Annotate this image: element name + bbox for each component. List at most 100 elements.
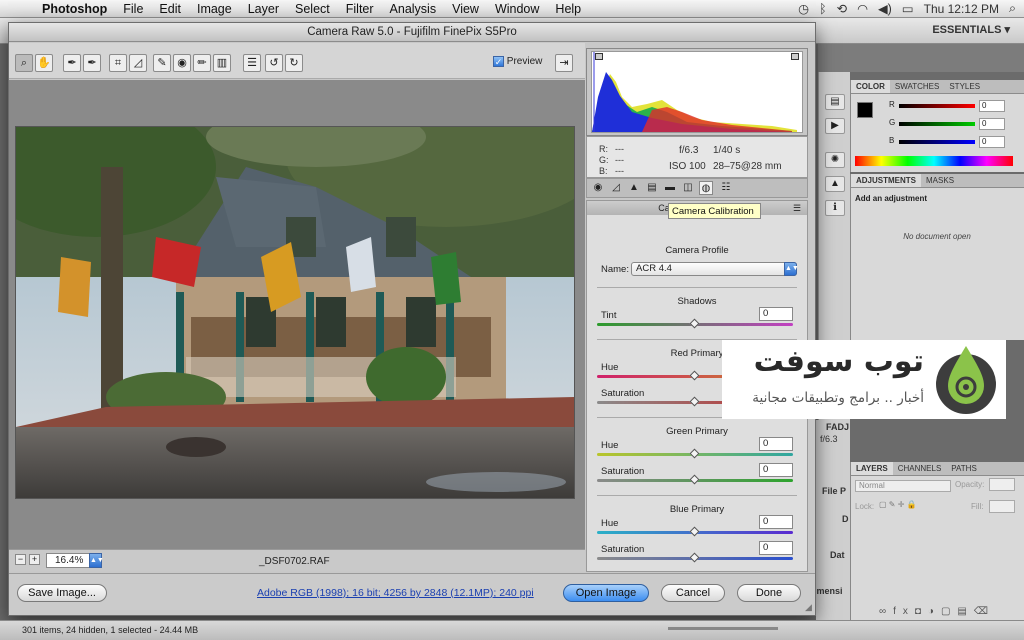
zoom-dropdown-icon[interactable]: ▲▼ bbox=[89, 553, 104, 568]
presets-tab-icon[interactable]: ☷ bbox=[719, 181, 733, 195]
menu-image[interactable]: Image bbox=[189, 2, 240, 16]
shadow-clipping-toggle[interactable] bbox=[595, 53, 603, 60]
menu-edit[interactable]: Edit bbox=[151, 2, 189, 16]
green-hue-thumb[interactable] bbox=[689, 448, 700, 459]
open-image-button[interactable]: Open Image bbox=[563, 584, 649, 602]
r-slider[interactable] bbox=[899, 104, 975, 108]
red-hue-label: Hue bbox=[601, 362, 619, 373]
bluetooth-icon[interactable]: ᛒ bbox=[819, 2, 827, 16]
battery-icon[interactable]: ▭ bbox=[902, 1, 914, 16]
menu-window[interactable]: Window bbox=[487, 2, 547, 16]
red-eye-tool-icon[interactable]: ◉ bbox=[173, 54, 191, 72]
cancel-button[interactable]: Cancel bbox=[661, 584, 725, 602]
blend-mode-select[interactable]: Normal bbox=[855, 480, 951, 492]
volume-icon[interactable]: ◀) bbox=[878, 1, 892, 16]
camera-calibration-tab-icon[interactable]: ◍ bbox=[699, 181, 713, 195]
tab-swatches[interactable]: SWATCHES bbox=[890, 80, 944, 93]
sync-icon[interactable]: ⟲ bbox=[837, 1, 847, 16]
lens-corrections-tab-icon[interactable]: ◫ bbox=[681, 181, 695, 195]
time-machine-icon[interactable]: ◷ bbox=[798, 1, 809, 16]
menubar-clock[interactable]: Thu 12:12 PM bbox=[924, 2, 999, 16]
wifi-icon[interactable]: ◠ bbox=[857, 1, 868, 16]
g-slider[interactable] bbox=[899, 122, 975, 126]
b-slider[interactable] bbox=[899, 140, 975, 144]
menu-filter[interactable]: Filter bbox=[338, 2, 382, 16]
zoom-in-button[interactable]: + bbox=[29, 554, 40, 565]
green-saturation-thumb[interactable] bbox=[689, 474, 700, 485]
color-sampler-tool-icon[interactable]: ✒ bbox=[83, 54, 101, 72]
hidden-info-strip: FADJ f/6.3 File P D Dat imensi bbox=[814, 420, 850, 620]
basic-tab-icon[interactable]: ◉ bbox=[591, 181, 605, 195]
blue-saturation-thumb[interactable] bbox=[689, 552, 700, 563]
history-icon[interactable]: ▤ bbox=[825, 94, 845, 110]
tone-curve-tab-icon[interactable]: ◿ bbox=[609, 181, 623, 195]
color-ramp[interactable] bbox=[855, 156, 1013, 166]
tab-channels[interactable]: CHANNELS bbox=[893, 462, 947, 475]
tab-adjustments[interactable]: ADJUSTMENTS bbox=[851, 174, 922, 187]
image-icon[interactable]: ▲ bbox=[825, 176, 845, 192]
zoom-out-button[interactable]: − bbox=[15, 554, 26, 565]
g-value[interactable]: 0 bbox=[979, 118, 1005, 130]
split-toning-tab-icon[interactable]: ▬ bbox=[663, 181, 677, 195]
info-icon[interactable]: ℹ bbox=[825, 200, 845, 216]
menu-select[interactable]: Select bbox=[287, 2, 338, 16]
actions-icon[interactable]: ▶ bbox=[825, 118, 845, 134]
rotate-right-icon[interactable]: ↻ bbox=[285, 54, 303, 72]
detail-tab-icon[interactable]: ▲ bbox=[627, 181, 641, 195]
preferences-icon[interactable]: ☰ bbox=[243, 54, 261, 72]
shadows-tint-thumb[interactable] bbox=[689, 318, 700, 329]
fullscreen-toggle-icon[interactable]: ⇥ bbox=[555, 54, 573, 72]
graduated-filter-icon[interactable]: ▥ bbox=[213, 54, 231, 72]
preview-checkbox[interactable]: ✓ Preview bbox=[493, 56, 542, 67]
highlight-clipping-toggle[interactable] bbox=[791, 53, 799, 60]
red-saturation-thumb[interactable] bbox=[689, 396, 700, 407]
straighten-tool-icon[interactable]: ◿ bbox=[129, 54, 147, 72]
profile-dropdown-icon[interactable]: ▲▼ bbox=[784, 262, 799, 276]
green-saturation-value[interactable]: 0 bbox=[759, 463, 793, 477]
shadows-tint-value[interactable]: 0 bbox=[759, 307, 793, 321]
blue-saturation-value[interactable]: 0 bbox=[759, 541, 793, 555]
tab-color[interactable]: COLOR bbox=[851, 80, 890, 93]
blue-hue-thumb[interactable] bbox=[689, 526, 700, 537]
menu-file[interactable]: File bbox=[115, 2, 151, 16]
layers-footer-icons[interactable]: ∞fx◘◑▢▤⌫ bbox=[851, 606, 1023, 620]
rotate-left-icon[interactable]: ↺ bbox=[265, 54, 283, 72]
menu-view[interactable]: View bbox=[444, 2, 487, 16]
green-hue-value[interactable]: 0 bbox=[759, 437, 793, 451]
workspace-switcher[interactable]: ESSENTIALS ▾ bbox=[932, 23, 1010, 36]
white-balance-tool-icon[interactable]: ✒ bbox=[63, 54, 81, 72]
tab-styles[interactable]: STYLES bbox=[944, 80, 985, 93]
profile-name-select[interactable]: ACR 4.4 bbox=[631, 262, 797, 276]
fill-field[interactable] bbox=[989, 500, 1015, 513]
b-value[interactable]: 0 bbox=[979, 136, 1005, 148]
menu-analysis[interactable]: Analysis bbox=[382, 2, 445, 16]
tab-paths[interactable]: PATHS bbox=[946, 462, 981, 475]
blue-hue-value[interactable]: 0 bbox=[759, 515, 793, 529]
menu-layer[interactable]: Layer bbox=[240, 2, 287, 16]
camera-raw-toolbar: ⌕ ✋ ✒ ✒ ⌗ ◿ ✎ ◉ ✏ ▥ ☰ ↺ ↻ ✓ Preview ⇥ bbox=[9, 43, 585, 79]
foreground-swatch[interactable] bbox=[857, 102, 873, 118]
menu-help[interactable]: Help bbox=[547, 2, 589, 16]
crop-tool-icon[interactable]: ⌗ bbox=[109, 54, 127, 72]
zoom-tool-icon[interactable]: ⌕ bbox=[15, 54, 33, 72]
opacity-field[interactable] bbox=[989, 478, 1015, 491]
image-canvas[interactable] bbox=[9, 80, 585, 570]
workflow-options-link[interactable]: Adobe RGB (1998); 16 bit; 4256 by 2848 (… bbox=[257, 587, 534, 599]
spotlight-icon[interactable]: ⌕ bbox=[1009, 1, 1016, 16]
tab-layers[interactable]: LAYERS bbox=[851, 462, 893, 475]
save-image-button[interactable]: Save Image... bbox=[17, 584, 107, 602]
lock-icons[interactable]: ▢ ✎ ✛ 🔒 bbox=[879, 500, 917, 509]
status-slider[interactable] bbox=[668, 627, 778, 630]
red-hue-thumb[interactable] bbox=[689, 370, 700, 381]
hsl-tab-icon[interactable]: ▤ bbox=[645, 181, 659, 195]
hand-tool-icon[interactable]: ✋ bbox=[35, 54, 53, 72]
resize-grip-icon[interactable]: ◢ bbox=[805, 602, 812, 613]
done-button[interactable]: Done bbox=[737, 584, 801, 602]
r-value[interactable]: 0 bbox=[979, 100, 1005, 112]
spot-removal-tool-icon[interactable]: ✎ bbox=[153, 54, 171, 72]
adjustment-brush-icon[interactable]: ✏ bbox=[193, 54, 211, 72]
panel-menu-icon[interactable]: ☰ bbox=[793, 203, 801, 214]
tab-masks[interactable]: MASKS bbox=[921, 174, 959, 187]
menu-app[interactable]: Photoshop bbox=[34, 2, 115, 16]
tools-icon[interactable]: ✺ bbox=[825, 152, 845, 168]
